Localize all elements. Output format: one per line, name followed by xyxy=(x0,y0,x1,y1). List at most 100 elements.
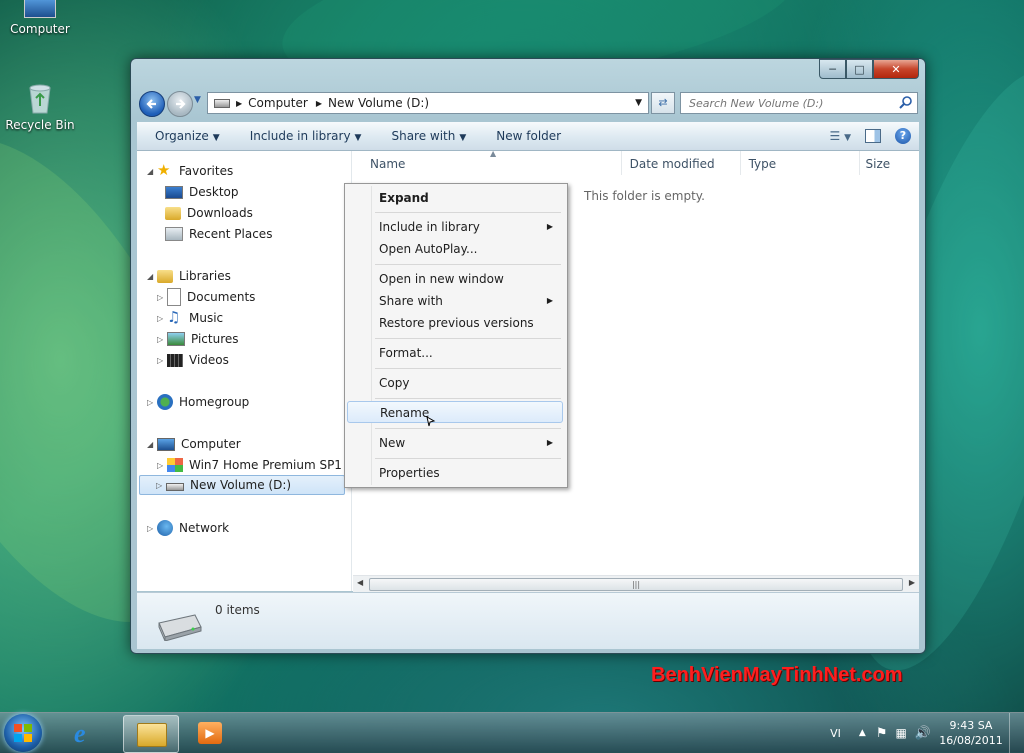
network-tray-icon[interactable]: ▦ xyxy=(895,726,906,740)
breadcrumb-computer[interactable]: Computer xyxy=(248,96,308,110)
nav-label: Pictures xyxy=(191,332,239,346)
show-hidden-icons-button[interactable]: ▲ xyxy=(859,728,866,738)
scroll-thumb[interactable]: ||| xyxy=(369,578,903,591)
share-with-button[interactable]: Share with ▼ xyxy=(391,129,466,143)
menu-item-copy[interactable]: Copy xyxy=(347,372,563,394)
help-button[interactable]: ? xyxy=(895,128,911,144)
share-with-label: Share with xyxy=(391,129,456,143)
organize-button[interactable]: Organize ▼ xyxy=(155,129,220,143)
nav-label: Computer xyxy=(181,437,241,451)
menu-item-share-with[interactable]: Share with ▶ xyxy=(347,290,563,312)
windows-logo-icon xyxy=(14,724,32,742)
search-input[interactable] xyxy=(687,96,891,111)
collapsed-arrow-icon: ▷ xyxy=(157,460,164,470)
item-count: 0 items xyxy=(215,603,260,617)
music-icon: ♫ xyxy=(167,308,181,326)
menu-item-restore-previous-versions[interactable]: Restore previous versions xyxy=(347,312,563,334)
collapsed-arrow-icon: ▷ xyxy=(157,355,164,365)
menu-item-expand[interactable]: Expand xyxy=(347,187,563,209)
taskbar-windows-explorer[interactable] xyxy=(123,715,179,753)
new-folder-button[interactable]: New folder xyxy=(496,129,561,143)
nav-computer[interactable]: ◢ Computer xyxy=(147,434,241,454)
address-history-dropdown[interactable]: ▼ xyxy=(635,98,642,108)
minimize-button[interactable]: ─ xyxy=(819,59,846,79)
nav-network[interactable]: ▷ Network xyxy=(147,518,229,538)
details-pane: 0 items xyxy=(137,592,919,649)
nav-music[interactable]: ▷ ♫ Music xyxy=(157,308,223,328)
collapsed-arrow-icon: ▷ xyxy=(156,480,163,490)
menu-item-properties[interactable]: Properties xyxy=(347,462,563,484)
network-icon xyxy=(157,520,173,536)
desktop-icon-label: Computer xyxy=(10,22,70,36)
scroll-right-icon[interactable]: ▶ xyxy=(909,578,915,587)
arrow-right-icon xyxy=(176,99,186,109)
chevron-down-icon: ▼ xyxy=(844,133,851,143)
recent-places-icon xyxy=(165,227,183,241)
system-tray: VI ▲ ⚑ ▦ 🔊 9:43 SA 16/08/2011 xyxy=(830,713,1024,753)
menu-item-label: Share with xyxy=(379,294,443,308)
taskbar-internet-explorer[interactable]: e xyxy=(62,715,116,751)
computer-icon xyxy=(157,437,175,451)
preview-pane-button[interactable] xyxy=(865,129,881,143)
taskbar-media-player[interactable]: ▶ xyxy=(184,715,238,751)
nav-favorites[interactable]: ◢ ★ Favorites xyxy=(147,161,233,181)
include-in-library-button[interactable]: Include in library ▼ xyxy=(250,129,362,143)
nav-videos[interactable]: ▷ Videos xyxy=(157,350,229,370)
close-button[interactable]: ✕ xyxy=(873,59,919,79)
menu-separator xyxy=(375,212,561,213)
new-folder-label: New folder xyxy=(496,129,562,143)
column-date-modified[interactable]: Date modified xyxy=(622,151,741,175)
menu-item-label: New xyxy=(379,436,406,450)
nav-pictures[interactable]: ▷ Pictures xyxy=(157,329,239,349)
recent-pages-dropdown[interactable]: ▼ xyxy=(194,95,201,105)
language-indicator[interactable]: VI xyxy=(830,727,841,740)
change-view-button[interactable]: ☰ ▼ xyxy=(830,129,852,143)
menu-item-new[interactable]: New ▶ xyxy=(347,432,563,454)
desktop-icon-recycle-bin[interactable]: Recycle Bin xyxy=(0,82,80,132)
clock[interactable]: 9:43 SA 16/08/2011 xyxy=(939,718,1003,748)
star-icon: ★ xyxy=(157,161,171,179)
desktop-icon-computer[interactable]: Computer xyxy=(0,0,80,36)
collapsed-arrow-icon: ▷ xyxy=(157,292,164,302)
nav-libraries[interactable]: ◢ Libraries xyxy=(147,266,231,286)
nav-downloads[interactable]: Downloads xyxy=(165,203,253,223)
chevron-down-icon: ▼ xyxy=(212,133,220,143)
forward-button[interactable] xyxy=(167,91,193,117)
menu-separator xyxy=(375,368,561,369)
nav-label: Music xyxy=(189,311,224,325)
nav-homegroup[interactable]: ▷ Homegroup xyxy=(147,392,249,412)
show-desktop-button[interactable] xyxy=(1009,713,1024,753)
submenu-arrow-icon: ▶ xyxy=(546,222,553,231)
menu-item-open-in-new-window[interactable]: Open in new window xyxy=(347,268,563,290)
nav-recent-places[interactable]: Recent Places xyxy=(165,224,272,244)
nav-desktop[interactable]: Desktop xyxy=(165,182,239,202)
libraries-icon xyxy=(157,269,173,283)
window-controls: ─ □ ✕ xyxy=(819,59,919,79)
homegroup-icon xyxy=(157,394,173,410)
refresh-button[interactable]: ⇄ xyxy=(651,92,675,114)
menu-item-format[interactable]: Format... xyxy=(347,342,563,364)
volume-icon[interactable]: 🔊 xyxy=(915,726,931,741)
scroll-left-icon[interactable]: ◀ xyxy=(357,578,363,587)
menu-item-rename[interactable]: Rename xyxy=(347,401,563,423)
start-button[interactable] xyxy=(4,714,42,752)
maximize-button[interactable]: □ xyxy=(846,59,873,79)
search-box[interactable] xyxy=(680,92,918,114)
menu-item-include-in-library[interactable]: Include in library ▶ xyxy=(347,216,563,238)
address-bar[interactable]: ▶ Computer ▶ New Volume (D:) ▼ xyxy=(207,92,649,114)
internet-explorer-icon: e xyxy=(74,719,86,748)
collapsed-arrow-icon: ▷ xyxy=(157,313,164,323)
nav-label: Win7 Home Premium SP1 (C:) xyxy=(189,458,368,472)
collapsed-arrow-icon: ▷ xyxy=(147,397,154,407)
column-type[interactable]: Type xyxy=(741,151,860,175)
nav-drive-c[interactable]: ▷ Win7 Home Premium SP1 (C:) xyxy=(157,455,368,475)
nav-documents[interactable]: ▷ Documents xyxy=(157,287,255,307)
menu-item-open-autoplay[interactable]: Open AutoPlay... xyxy=(347,238,563,260)
action-center-flag-icon[interactable]: ⚑ xyxy=(876,726,888,741)
nav-drive-d[interactable]: ▷ New Volume (D:) xyxy=(139,475,345,495)
breadcrumb-new-volume[interactable]: New Volume (D:) xyxy=(328,96,429,110)
horizontal-scrollbar[interactable]: ◀ ||| ▶ xyxy=(353,575,919,592)
back-button[interactable] xyxy=(139,91,165,117)
column-name[interactable]: Name xyxy=(352,151,622,175)
column-size[interactable]: Size xyxy=(860,151,919,175)
